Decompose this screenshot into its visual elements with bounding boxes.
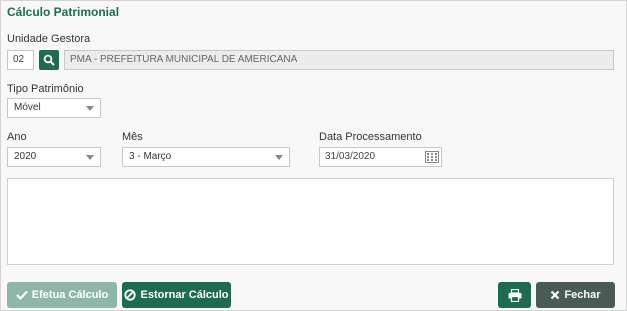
printer-icon [508,288,521,302]
estornar-calculo-button[interactable]: Estornar Cálculo [122,282,231,308]
efetua-calculo-button[interactable]: Efetua Cálculo [7,282,117,308]
print-button[interactable] [498,282,531,308]
unidade-name-field: PMA - PREFEITURA MUNICIPAL DE AMERICANA [64,50,614,70]
data-processamento-field[interactable]: 31/03/2020 [319,147,442,167]
tipo-patrimonio-value: Móvel [14,102,41,113]
mes-value: 3 - Março [129,151,172,162]
tipo-patrimonio-label: Tipo Patrimônio [7,83,84,95]
calculo-patrimonial-panel: Cálculo Patrimonial Unidade Gestora 02 P… [0,0,627,311]
search-icon [43,54,55,66]
mes-select[interactable]: 3 - Março [122,147,290,167]
close-icon [551,290,560,300]
fechar-label: Fechar [564,289,601,301]
estornar-calculo-label: Estornar Cálculo [140,289,229,301]
ano-select[interactable]: 2020 [7,147,101,167]
data-processamento-value: 31/03/2020 [325,151,376,162]
chevron-down-icon [86,155,94,160]
check-icon [16,290,28,300]
mes-label: Mês [122,131,143,143]
unidade-code-field[interactable]: 02 [7,50,34,70]
ano-value: 2020 [14,151,37,162]
tipo-patrimonio-select[interactable]: Móvel [7,98,101,118]
page-title: Cálculo Patrimonial [7,5,120,19]
data-processamento-label: Data Processamento [319,131,422,143]
search-button[interactable] [39,50,59,70]
output-textarea[interactable] [7,178,614,265]
calendar-icon[interactable] [425,151,439,163]
ano-label: Ano [7,131,27,143]
efetua-calculo-label: Efetua Cálculo [31,289,109,301]
chevron-down-icon [275,155,283,160]
unidade-gestora-label: Unidade Gestora [7,33,91,45]
ban-icon [124,289,137,301]
fechar-button[interactable]: Fechar [536,282,615,308]
chevron-down-icon [86,106,94,111]
